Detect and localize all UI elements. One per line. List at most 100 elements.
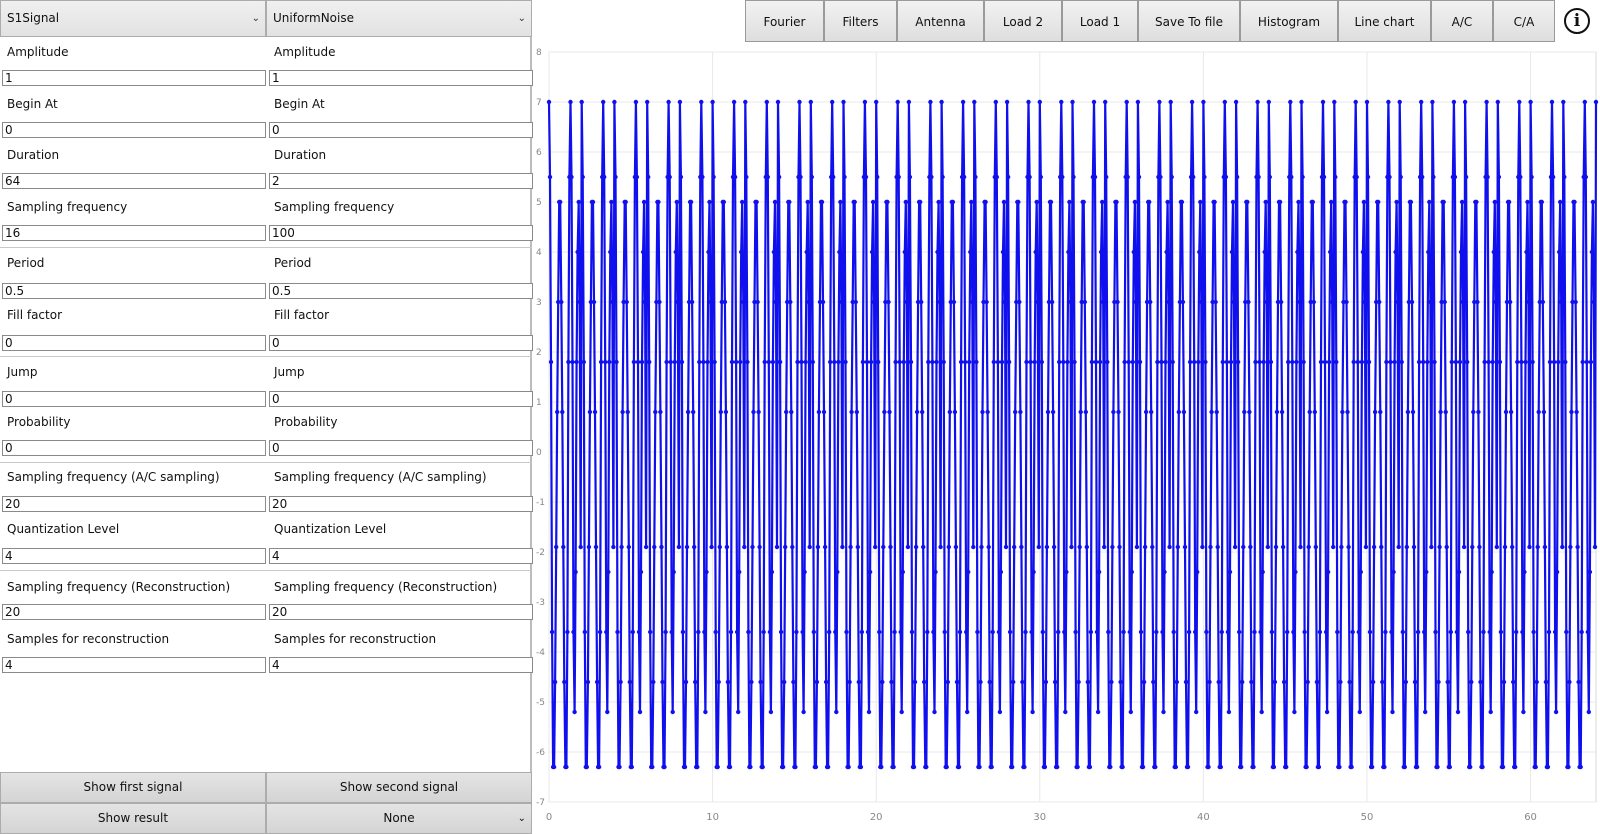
data-point bbox=[886, 299, 891, 305]
toolbar-c-a-button[interactable]: C/A bbox=[1493, 0, 1555, 42]
second-signal-select[interactable]: UniformNoise ⌄ bbox=[266, 0, 532, 37]
second-fill-factor-input[interactable]: 0 bbox=[269, 335, 533, 351]
first-amplitude-input[interactable]: 1 bbox=[2, 70, 266, 86]
toolbar-fourier-button[interactable]: Fourier bbox=[745, 0, 824, 42]
first-duration-input[interactable]: 64 bbox=[2, 173, 266, 189]
data-point bbox=[1465, 359, 1470, 365]
data-point bbox=[939, 99, 944, 105]
second-sampling-frequency-a-c-sampling-input[interactable]: 20 bbox=[269, 496, 533, 512]
toolbar-a-c-button[interactable]: A/C bbox=[1431, 0, 1493, 42]
data-point bbox=[871, 299, 877, 305]
data-point bbox=[1133, 299, 1139, 305]
toolbar-line-chart-button[interactable]: Line chart bbox=[1338, 0, 1431, 42]
second-quantization-level-input[interactable]: 4 bbox=[269, 548, 533, 564]
info-icon[interactable]: i bbox=[1564, 8, 1590, 34]
data-point bbox=[561, 544, 566, 550]
first-sampling-frequency-a-c-sampling-input[interactable]: 20 bbox=[2, 496, 266, 512]
data-point bbox=[867, 569, 873, 575]
data-point bbox=[1233, 99, 1239, 105]
show-second-signal-button[interactable]: Show second signal bbox=[266, 772, 532, 803]
data-point bbox=[703, 709, 708, 715]
toolbar-antenna-button[interactable]: Antenna bbox=[897, 0, 984, 42]
first-amplitude-label: Amplitude bbox=[7, 45, 69, 59]
data-point bbox=[1540, 299, 1545, 305]
data-point bbox=[882, 409, 887, 415]
second-samples-for-reconstruction-input[interactable]: 4 bbox=[269, 657, 533, 673]
data-point bbox=[695, 764, 700, 770]
data-point bbox=[1297, 299, 1302, 305]
toolbar-load-2-button[interactable]: Load 2 bbox=[984, 0, 1062, 42]
data-point bbox=[697, 359, 702, 365]
toolbar-save-to-file-button[interactable]: Save To file bbox=[1138, 0, 1240, 42]
data-point bbox=[998, 569, 1004, 575]
second-samples-for-reconstruction-label: Samples for reconstruction bbox=[274, 632, 437, 646]
data-point bbox=[1057, 359, 1062, 365]
second-begin-at-input[interactable]: 0 bbox=[269, 122, 533, 138]
data-point bbox=[1527, 544, 1532, 550]
data-point bbox=[602, 174, 607, 180]
data-point bbox=[950, 199, 956, 205]
data-point bbox=[1241, 544, 1246, 550]
first-fill-factor-input[interactable]: 0 bbox=[2, 335, 266, 351]
data-point bbox=[825, 764, 831, 770]
toolbar-histogram-button[interactable]: Histogram bbox=[1240, 0, 1338, 42]
data-point bbox=[1310, 199, 1315, 205]
data-point bbox=[1334, 359, 1339, 365]
show-first-signal-button[interactable]: Show first signal bbox=[0, 772, 266, 803]
data-point bbox=[1232, 544, 1238, 550]
first-sampling-frequency-input[interactable]: 16 bbox=[2, 225, 266, 241]
first-sampling-frequency-a-c-sampling-label: Sampling frequency (A/C sampling) bbox=[7, 470, 220, 484]
data-point bbox=[688, 199, 694, 205]
data-point bbox=[1435, 764, 1440, 770]
data-point bbox=[733, 359, 739, 365]
second-jump-input[interactable]: 0 bbox=[269, 391, 533, 407]
toolbar-load-1-button[interactable]: Load 1 bbox=[1062, 0, 1138, 42]
data-point bbox=[906, 99, 912, 105]
data-point bbox=[1526, 299, 1531, 305]
data-point bbox=[1307, 409, 1312, 415]
data-point bbox=[576, 199, 581, 205]
data-point bbox=[683, 679, 689, 685]
second-duration-input[interactable]: 2 bbox=[269, 173, 533, 189]
show-result-button[interactable]: Show result bbox=[0, 803, 266, 834]
data-point bbox=[1362, 299, 1368, 305]
second-sampling-frequency-reconstruction-input[interactable]: 20 bbox=[269, 604, 533, 620]
data-point bbox=[913, 544, 919, 550]
data-point bbox=[1462, 99, 1468, 105]
first-probability-input[interactable]: 0 bbox=[2, 440, 266, 456]
second-sampling-frequency-input[interactable]: 100 bbox=[269, 225, 533, 241]
data-point bbox=[789, 409, 794, 415]
data-point bbox=[1034, 199, 1039, 205]
data-point bbox=[1286, 359, 1291, 365]
data-point bbox=[1267, 174, 1272, 180]
first-period-input[interactable]: 0.5 bbox=[2, 283, 266, 299]
first-quantization-level-input[interactable]: 4 bbox=[2, 548, 266, 564]
data-point bbox=[820, 299, 826, 305]
data-point bbox=[1227, 569, 1233, 575]
first-samples-for-reconstruction-input[interactable]: 4 bbox=[2, 657, 266, 673]
second-amplitude-input[interactable]: 1 bbox=[269, 70, 533, 86]
second-period-input[interactable]: 0.5 bbox=[269, 283, 533, 299]
data-point bbox=[1135, 99, 1141, 105]
data-point bbox=[1078, 409, 1083, 415]
data-point bbox=[1494, 544, 1499, 550]
data-point bbox=[1550, 174, 1556, 180]
data-point bbox=[772, 199, 778, 205]
first-sampling-frequency-label: Sampling frequency bbox=[7, 200, 128, 214]
first-begin-at-input[interactable]: 0 bbox=[2, 122, 266, 138]
data-point bbox=[611, 544, 616, 550]
toolbar-filters-button[interactable]: Filters bbox=[824, 0, 897, 42]
second-probability-input[interactable]: 0 bbox=[269, 440, 533, 456]
y-tick-label: -4 bbox=[536, 648, 545, 658]
data-point bbox=[717, 544, 722, 550]
operation-select[interactable]: None ⌄ bbox=[266, 803, 532, 834]
data-point bbox=[996, 629, 1002, 635]
data-point bbox=[1038, 174, 1043, 180]
first-jump-input[interactable]: 0 bbox=[2, 391, 266, 407]
data-point bbox=[1432, 359, 1437, 365]
data-point bbox=[980, 409, 985, 415]
data-point bbox=[840, 544, 845, 550]
data-point bbox=[564, 764, 569, 770]
first-sampling-frequency-reconstruction-input[interactable]: 20 bbox=[2, 604, 266, 620]
first-signal-select[interactable]: S1Signal ⌄ bbox=[0, 0, 266, 37]
